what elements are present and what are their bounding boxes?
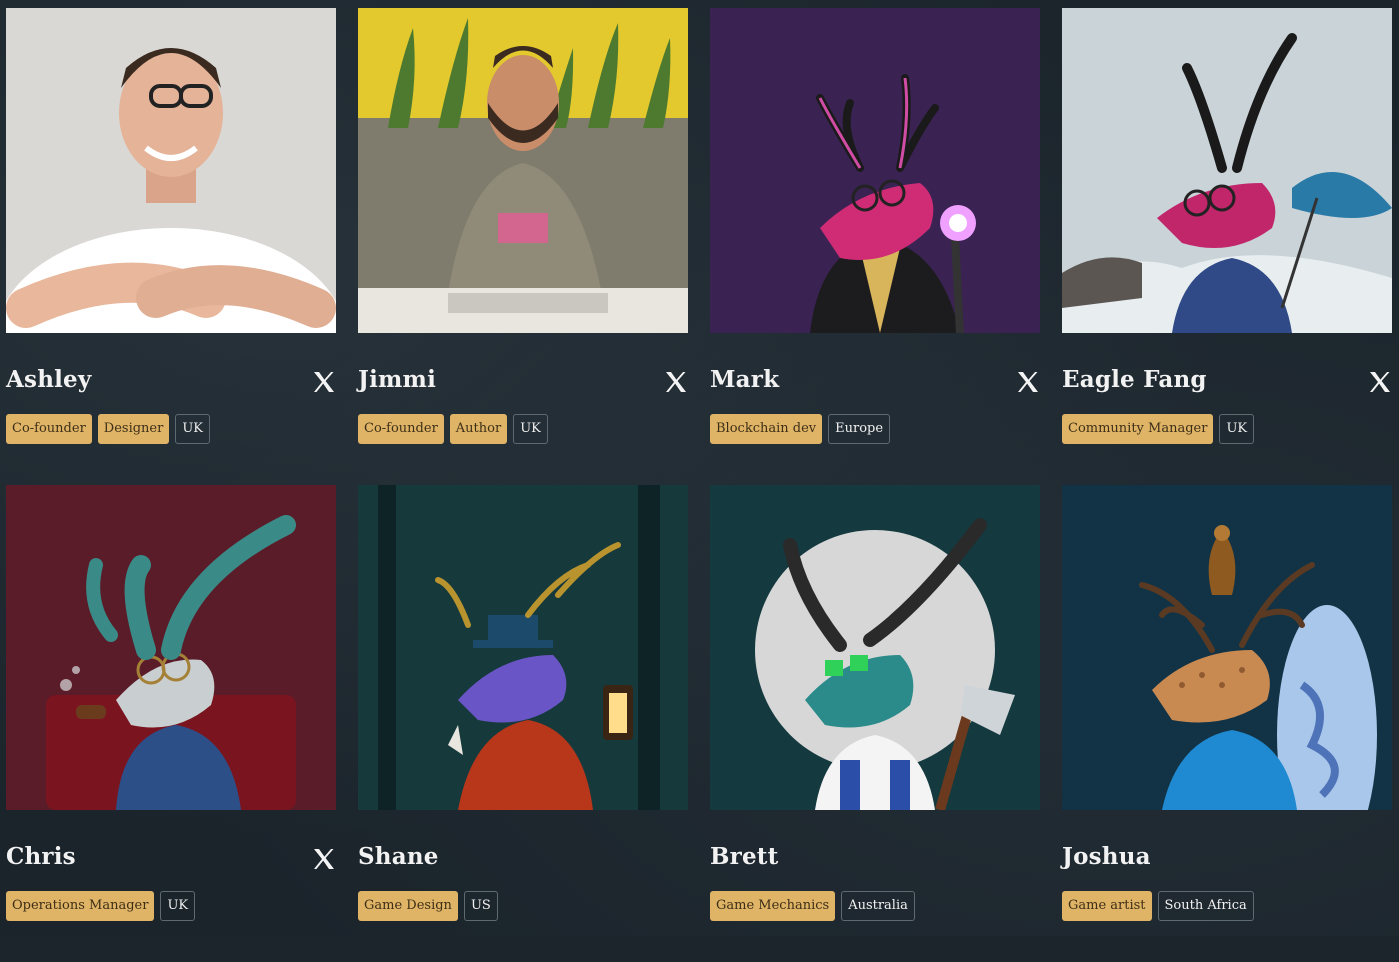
member-portrait-image bbox=[710, 485, 1040, 810]
role-badge: Game artist bbox=[1062, 891, 1152, 921]
member-portrait-image bbox=[358, 485, 688, 810]
team-member-card: Eagle Fang Community Manager UK bbox=[1062, 8, 1392, 485]
role-badge: Author bbox=[449, 414, 508, 444]
member-tags: Game Design US bbox=[358, 891, 498, 921]
member-name: Jimmi bbox=[358, 366, 437, 393]
role-badge: Game Design bbox=[358, 891, 458, 921]
member-tags: Game artist South Africa bbox=[1062, 891, 1254, 921]
member-name-row: Mark bbox=[710, 366, 1040, 402]
member-name: Eagle Fang bbox=[1062, 366, 1207, 393]
role-badge: Game Mechanics bbox=[710, 891, 836, 921]
x-social-icon[interactable] bbox=[1368, 370, 1392, 394]
member-name: Ashley bbox=[6, 366, 92, 393]
x-social-icon[interactable] bbox=[312, 847, 336, 871]
member-tags: Co-founder Author UK bbox=[358, 414, 548, 444]
team-member-card: Brett Game Mechanics Australia bbox=[710, 485, 1040, 962]
member-tags: Blockchain dev Europe bbox=[710, 414, 891, 444]
member-portrait-image bbox=[1062, 485, 1392, 810]
member-portrait-image bbox=[6, 8, 336, 333]
member-name: Joshua bbox=[1062, 843, 1151, 870]
member-name-row: Jimmi bbox=[358, 366, 688, 402]
role-badge: Designer bbox=[97, 414, 170, 444]
member-portrait-image bbox=[6, 485, 336, 810]
location-badge: Australia bbox=[841, 891, 915, 921]
member-name: Brett bbox=[710, 843, 779, 870]
role-badge: Co-founder bbox=[358, 414, 444, 444]
member-name-row: Joshua bbox=[1062, 843, 1392, 879]
member-tags: Co-founder Designer UK bbox=[6, 414, 211, 444]
role-badge: Operations Manager bbox=[6, 891, 155, 921]
member-name-row: Brett bbox=[710, 843, 1040, 879]
team-member-card: Jimmi Co-founder Author UK bbox=[358, 8, 688, 485]
member-name: Chris bbox=[6, 843, 76, 870]
team-member-card: Chris Operations Manager UK bbox=[6, 485, 336, 962]
member-name-row: Chris bbox=[6, 843, 336, 879]
member-portrait-image bbox=[1062, 8, 1392, 333]
member-name-row: Eagle Fang bbox=[1062, 366, 1392, 402]
location-badge: Europe bbox=[828, 414, 891, 444]
team-member-card: Shane Game Design US bbox=[358, 485, 688, 962]
member-name: Mark bbox=[710, 366, 780, 393]
location-badge: UK bbox=[1219, 414, 1255, 444]
location-badge: UK bbox=[175, 414, 211, 444]
x-social-icon[interactable] bbox=[312, 370, 336, 394]
role-badge: Community Manager bbox=[1062, 414, 1214, 444]
team-member-card: Mark Blockchain dev Europe bbox=[710, 8, 1040, 485]
location-badge: UK bbox=[160, 891, 196, 921]
x-social-icon[interactable] bbox=[1016, 370, 1040, 394]
location-badge: US bbox=[463, 891, 498, 921]
team-member-card: Ashley Co-founder Designer UK bbox=[6, 8, 336, 485]
team-grid: Ashley Co-founder Designer UK Jimmi Co-fou… bbox=[6, 8, 1392, 962]
member-tags: Community Manager UK bbox=[1062, 414, 1255, 444]
location-badge: South Africa bbox=[1157, 891, 1254, 921]
role-badge: Co-founder bbox=[6, 414, 92, 444]
team-member-card: Joshua Game artist South Africa bbox=[1062, 485, 1392, 962]
member-portrait-image bbox=[710, 8, 1040, 333]
member-tags: Game Mechanics Australia bbox=[710, 891, 915, 921]
x-social-icon[interactable] bbox=[664, 370, 688, 394]
location-badge: UK bbox=[513, 414, 548, 444]
role-badge: Blockchain dev bbox=[710, 414, 823, 444]
member-tags: Operations Manager UK bbox=[6, 891, 196, 921]
member-name-row: Ashley bbox=[6, 366, 336, 402]
member-name-row: Shane bbox=[358, 843, 688, 879]
member-name: Shane bbox=[358, 843, 439, 870]
member-portrait-image bbox=[358, 8, 688, 333]
